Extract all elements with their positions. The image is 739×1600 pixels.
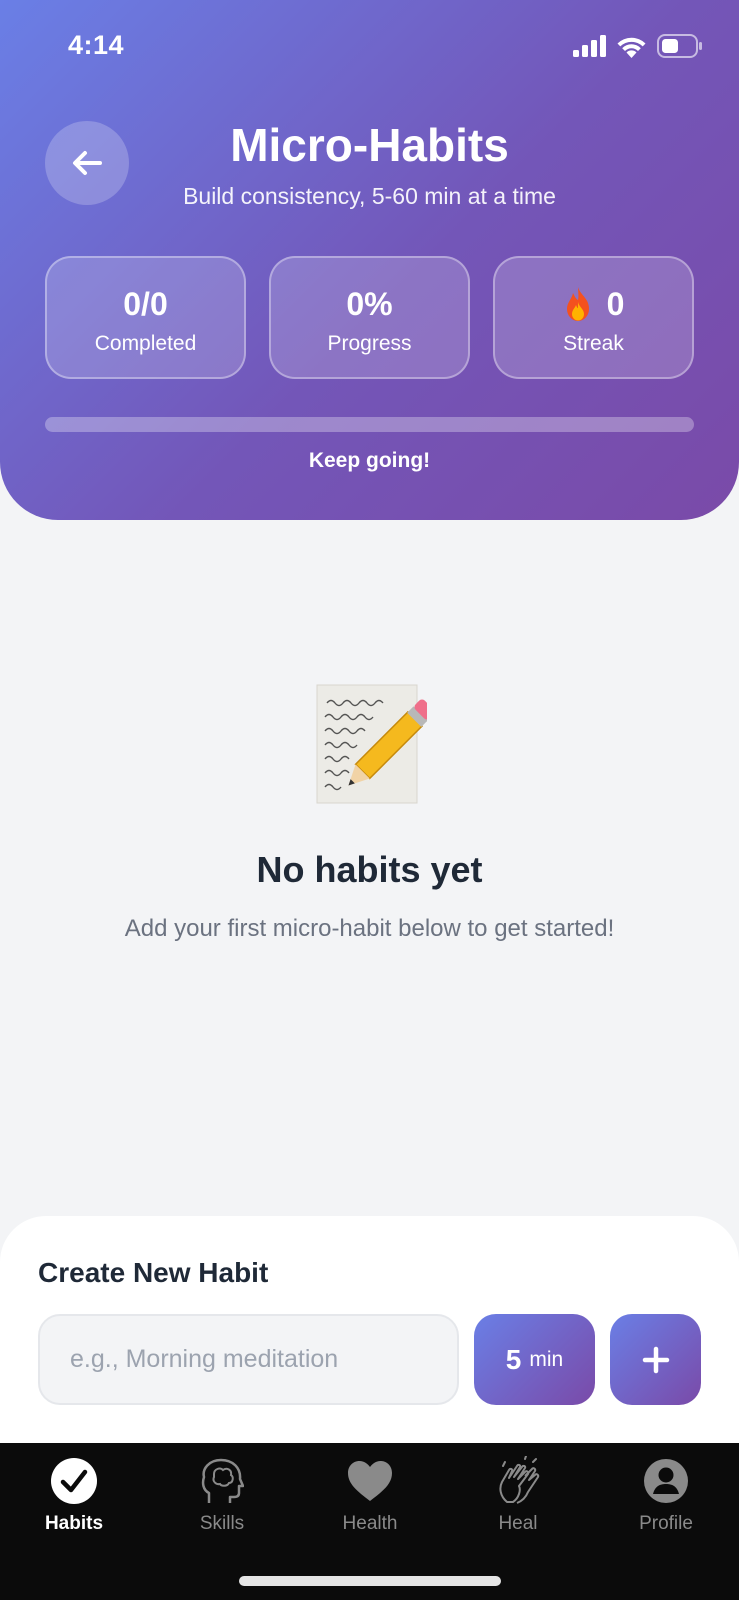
stat-completed: 0/0 Completed	[45, 256, 246, 379]
page-title: Micro-Habits	[230, 119, 509, 171]
status-bar: 4:14	[0, 0, 739, 96]
tab-health-label: Health	[342, 1513, 398, 1534]
signal-icon	[573, 35, 606, 57]
heart-icon	[348, 1461, 392, 1501]
tab-profile[interactable]: Profile	[592, 1455, 739, 1545]
tab-skills-label: Skills	[199, 1513, 245, 1534]
stat-progress: 0% Progress	[269, 256, 470, 379]
memo-icon	[316, 684, 427, 804]
person-circle-icon	[644, 1459, 688, 1503]
stat-streak-value: 0	[606, 286, 625, 322]
empty-state-title: No habits yet	[256, 849, 483, 890]
stat-progress-value: 0%	[346, 286, 393, 322]
plus-icon	[642, 1346, 669, 1373]
progress-message: Keep going!	[308, 449, 431, 472]
tab-health[interactable]: Health	[296, 1455, 444, 1545]
duration-value: 5	[505, 1343, 522, 1375]
habit-name-input[interactable]	[38, 1314, 459, 1405]
status-time: 4:14	[68, 30, 125, 60]
tab-heal-label: Heal	[498, 1513, 538, 1534]
empty-state-message: Add your first micro-habit below to get …	[124, 915, 615, 942]
stat-completed-label: Completed	[94, 332, 197, 355]
tab-profile-label: Profile	[639, 1513, 693, 1534]
wifi-icon	[617, 37, 646, 58]
stat-streak-value-row: 0	[495, 286, 692, 323]
tab-heal[interactable]: Heal	[444, 1455, 592, 1545]
page-subtitle: Build consistency, 5-60 min at a time	[183, 183, 556, 209]
create-habit-title: Create New Habit	[38, 1257, 269, 1288]
tab-habits[interactable]: Habits	[0, 1455, 148, 1545]
check-circle-icon	[51, 1458, 97, 1504]
tab-skills[interactable]: Skills	[148, 1455, 296, 1545]
duration-unit: min	[529, 1347, 564, 1371]
add-habit-button[interactable]	[610, 1314, 701, 1405]
fire-icon	[566, 286, 589, 321]
home-indicator	[239, 1576, 501, 1586]
stat-progress-label: Progress	[327, 332, 412, 355]
progress-bar	[45, 417, 694, 432]
stat-streak: 0 Streak	[493, 256, 694, 379]
tab-habits-label: Habits	[44, 1513, 104, 1534]
status-icons	[573, 34, 703, 58]
stat-completed-value: 0/0	[123, 286, 168, 322]
clapping-hands-icon	[499, 1456, 540, 1504]
battery-icon	[657, 34, 702, 58]
stat-streak-label: Streak	[563, 332, 624, 355]
duration-button[interactable]: 5 min	[474, 1314, 595, 1405]
brain-icon	[201, 1458, 244, 1503]
